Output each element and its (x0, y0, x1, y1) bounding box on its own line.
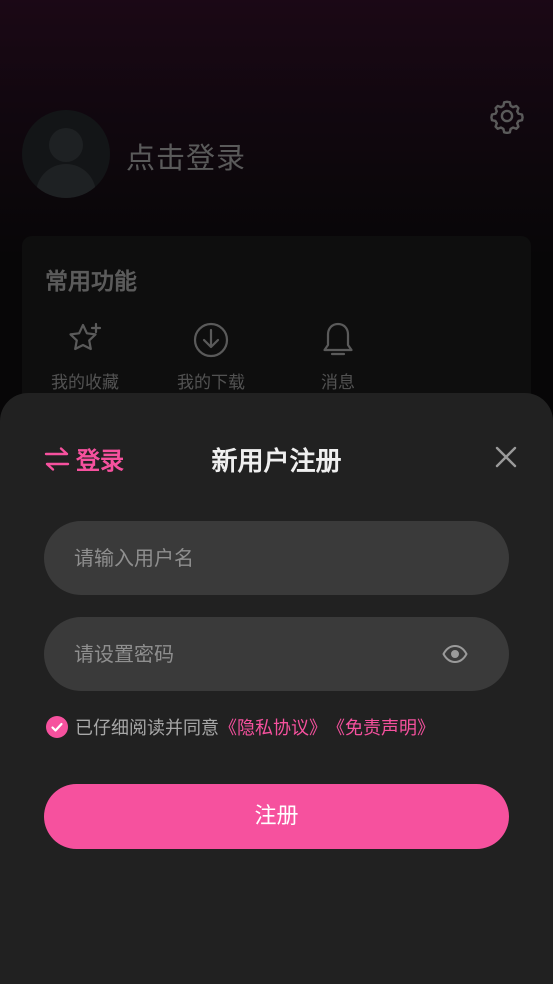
privacy-policy-link[interactable]: 《隐私协议》 (219, 714, 327, 740)
register-button[interactable]: 注册 (44, 784, 509, 849)
close-icon[interactable] (492, 443, 520, 471)
eye-icon[interactable] (442, 643, 468, 665)
sheet-title: 新用户注册 (211, 447, 342, 477)
agree-checkbox[interactable] (46, 716, 68, 738)
password-input[interactable] (74, 617, 434, 691)
register-sheet: 登录 新用户注册 已仔细阅读并同意《隐私协议》《免责声明》 注册 (0, 393, 553, 984)
username-input[interactable] (74, 521, 434, 595)
disclaimer-link[interactable]: 《免责声明》 (327, 714, 435, 740)
agree-text: 已仔细阅读并同意 (75, 718, 219, 739)
username-field (44, 521, 509, 595)
agreement-row: 已仔细阅读并同意 《隐私协议》 《免责声明》 (46, 714, 435, 740)
checkmark-icon (51, 722, 63, 732)
password-field (44, 617, 509, 691)
